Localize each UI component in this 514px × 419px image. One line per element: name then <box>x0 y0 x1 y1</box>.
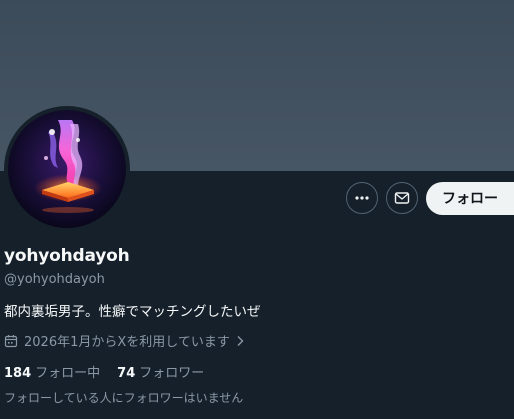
profile-page: フォロー yohyohdayoh @yohyohdayoh 都内裏垢男子。性癖で… <box>0 0 514 419</box>
following-link[interactable]: 184 フォロー中 <box>4 362 100 381</box>
followers-link[interactable]: 74 フォロワー <box>117 362 204 381</box>
chevron-right-icon <box>237 335 244 346</box>
avatar[interactable] <box>8 110 126 228</box>
envelope-icon <box>394 192 410 204</box>
calendar-icon <box>4 334 18 347</box>
message-button[interactable] <box>386 182 418 214</box>
profile-bio: 都内裏垢男子。性癖でマッチングしたいぜ <box>4 304 261 320</box>
followers-label: フォロワー <box>139 366 205 381</box>
followers-count: 74 <box>117 366 136 381</box>
user-handle: @yohyohdayoh <box>4 272 105 287</box>
profile-actions: フォロー <box>346 181 514 215</box>
avatar-frame <box>4 106 130 232</box>
more-horizontal-icon <box>355 196 369 200</box>
following-count: 184 <box>4 366 32 381</box>
join-date-text: 2026年1月からXを利用しています <box>24 335 230 350</box>
followers-you-know: フォローしている人にフォロワーはいません <box>4 391 244 405</box>
display-name: yohyohdayoh <box>4 246 130 266</box>
follow-counts: 184 フォロー中 74 フォロワー <box>4 362 204 381</box>
following-label: フォロー中 <box>35 366 101 381</box>
join-date[interactable]: 2026年1月からXを利用しています <box>4 331 244 350</box>
follow-button[interactable]: フォロー <box>426 181 514 215</box>
more-button[interactable] <box>346 182 378 214</box>
